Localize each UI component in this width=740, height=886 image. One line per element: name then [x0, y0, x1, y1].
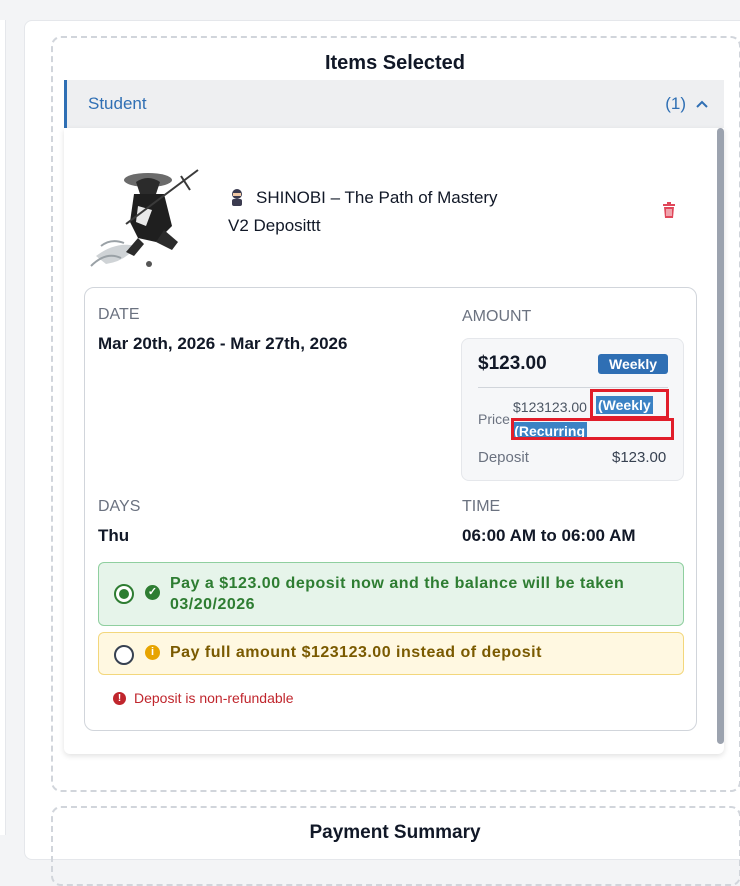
trash-icon[interactable]	[662, 202, 676, 218]
highlight-box	[590, 389, 669, 419]
exclamation-circle-icon: !	[113, 692, 126, 705]
price-label: Price	[478, 411, 510, 427]
non-refundable-notice: Deposit is non-refundable	[134, 690, 294, 706]
left-panel-edge	[0, 20, 6, 835]
date-value: Mar 20th, 2026 - Mar 27th, 2026	[98, 334, 348, 353]
time-label: TIME	[462, 498, 501, 515]
payment-summary-container	[51, 806, 740, 886]
payment-summary-title: Payment Summary	[309, 822, 481, 843]
student-accordion-header[interactable]: Student (1)	[64, 80, 724, 128]
highlight-box	[511, 418, 674, 440]
weekly-badge: Weekly	[598, 354, 668, 374]
product-image	[86, 146, 208, 270]
check-circle-icon: ✓	[145, 585, 160, 600]
info-circle-icon: i	[145, 645, 160, 660]
deposit-option-radio[interactable]	[114, 584, 134, 604]
amount-label: AMOUNT	[462, 308, 532, 325]
days-value: Thu	[98, 526, 130, 545]
days-label: DAYS	[98, 498, 141, 515]
price-value: $123123.00	[513, 399, 587, 415]
ninja-icon	[232, 189, 242, 206]
full-option-radio[interactable]	[114, 645, 134, 665]
items-selected-title: Items Selected	[324, 52, 466, 74]
product-name: SHINOBI – The Path of Mastery V2 Deposit…	[228, 188, 498, 235]
amount-value: $123.00	[478, 353, 547, 374]
deposit-label: Deposit	[478, 449, 529, 466]
date-label: DATE	[98, 306, 140, 323]
amount-divider	[478, 387, 668, 388]
full-option-text: Pay full amount $123123.00 instead of de…	[170, 644, 542, 661]
panel-scrollbar[interactable]	[717, 128, 724, 744]
chevron-up-icon[interactable]	[696, 100, 708, 108]
accordion-label: Student	[88, 94, 147, 113]
deposit-option-text: Pay a $123.00 deposit now and the balanc…	[170, 575, 625, 613]
deposit-value: $123.00	[612, 449, 667, 466]
time-value: 06:00 AM to 06:00 AM	[462, 526, 636, 545]
item-count: (1)	[665, 94, 686, 113]
